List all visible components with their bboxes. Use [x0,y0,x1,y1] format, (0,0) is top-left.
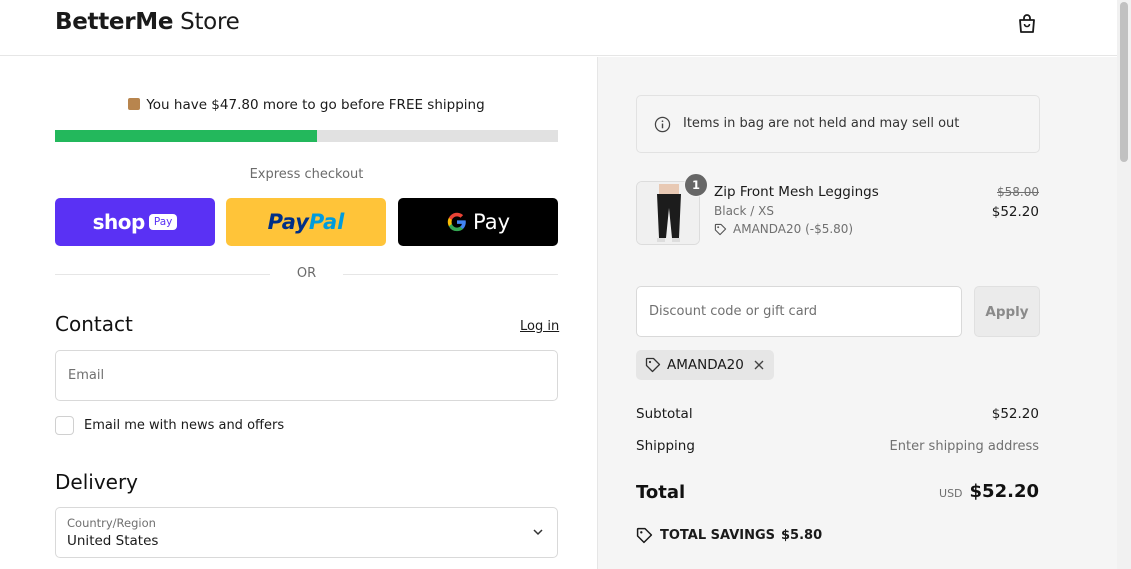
email-field[interactable]: Email [55,350,558,401]
savings-amount: $5.80 [781,528,823,543]
tag-icon [714,223,727,235]
google-g-icon [447,212,466,232]
savings-tag-icon [636,527,653,544]
progress-fill [55,130,317,142]
original-price: $58.00 [997,185,1039,199]
quantity-badge: 1 [684,173,708,197]
product-name: Zip Front Mesh Leggings [714,184,879,200]
scrollbar-thumb[interactable] [1120,2,1128,162]
google-pay-button[interactable]: Pay [398,198,558,246]
discounted-price: $52.20 [991,204,1039,220]
login-link[interactable]: Log in [520,319,559,334]
contact-heading: Contact [55,312,133,336]
email-placeholder: Email [68,368,105,383]
or-divider-text: OR [296,266,317,281]
newsletter-checkbox[interactable] [55,416,74,435]
store-logo[interactable]: BetterMe Store [55,9,240,35]
tag-icon [645,357,661,373]
free-shipping-message: You have $47.80 more to go before FREE s… [55,97,558,113]
discount-placeholder: Discount code or gift card [649,304,818,319]
country-value: United States [67,533,159,549]
chevron-down-icon [533,529,543,536]
delivery-heading: Delivery [55,470,139,494]
apply-button[interactable]: Apply [974,286,1040,337]
free-shipping-progress [55,130,558,142]
total-savings: TOTAL SAVINGS $5.80 [636,527,822,544]
shop-pay-button[interactable]: shop Pay [55,198,215,246]
total-label: Total [636,482,686,503]
stock-notice: Items in bag are not held and may sell o… [636,95,1040,153]
discount-code-input[interactable]: Discount code or gift card [636,286,962,337]
order-summary: Items in bag are not held and may sell o… [597,57,1117,569]
site-header: BetterMe Store [0,0,1117,56]
newsletter-option[interactable]: Email me with news and offers [55,416,284,435]
express-checkout-label: Express checkout [249,167,364,182]
shopping-bag-icon[interactable] [1015,12,1039,36]
paypal-button[interactable]: Pay Pal [226,198,386,246]
product-variant: Black / XS [714,204,774,218]
info-icon [654,116,671,133]
subtotal-value: $52.20 [991,406,1039,422]
page-scrollbar[interactable] [1117,0,1131,569]
subtotal-label: Subtotal [636,406,693,422]
savings-label: TOTAL SAVINGS [660,528,776,543]
shipping-value: Enter shipping address [889,439,1039,454]
checkout-form: You have $47.80 more to go before FREE s… [0,57,597,569]
total-amount: $52.20 [969,481,1039,502]
currency-code: USD [939,487,963,500]
package-icon [128,98,141,110]
newsletter-label: Email me with news and offers [84,418,285,433]
product-discount: AMANDA20 (-$5.80) [714,222,853,236]
country-label: Country/Region [67,516,156,530]
shipping-label: Shipping [636,438,695,454]
country-select[interactable]: Country/Region United States [55,507,558,558]
total-value: USD $52.20 [939,481,1039,502]
remove-code-icon[interactable] [753,359,765,371]
applied-discount-chip: AMANDA20 [636,350,774,380]
applied-code: AMANDA20 [667,357,744,373]
